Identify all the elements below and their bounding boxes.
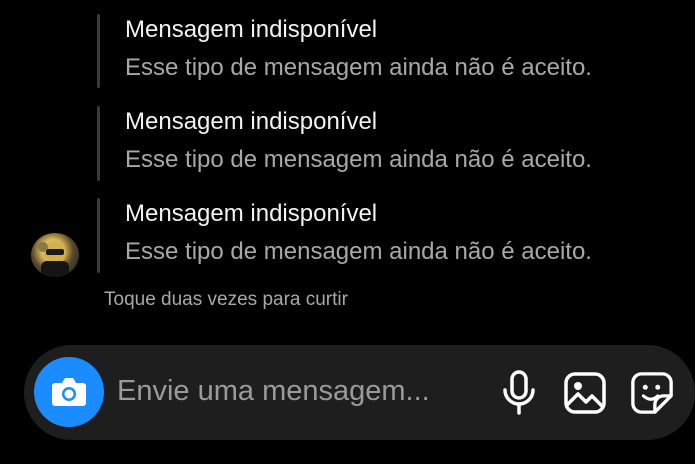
- double-tap-hint: Toque duas vezes para curtir: [104, 289, 348, 310]
- message-input[interactable]: Envie uma mensagem...: [117, 375, 430, 408]
- message-subtitle: Esse tipo de mensagem ainda não é aceito…: [125, 54, 592, 81]
- unavailable-message[interactable]: Mensagem indisponível Esse tipo de mensa…: [97, 14, 687, 88]
- camera-icon: [52, 378, 86, 406]
- message-subtitle: Esse tipo de mensagem ainda não é aceito…: [125, 146, 592, 173]
- camera-button[interactable]: [34, 357, 104, 427]
- message-bar: [97, 14, 100, 88]
- message-bar: [97, 198, 100, 273]
- avatar[interactable]: [31, 233, 79, 277]
- message-subtitle: Esse tipo de mensagem ainda não é aceito…: [125, 238, 592, 265]
- message-title: Mensagem indisponível: [125, 200, 378, 227]
- message-title: Mensagem indisponível: [125, 16, 378, 43]
- sticker-button[interactable]: [630, 369, 674, 417]
- unavailable-message[interactable]: Mensagem indisponível Esse tipo de mensa…: [97, 198, 687, 273]
- unavailable-message[interactable]: Mensagem indisponível Esse tipo de mensa…: [97, 106, 687, 181]
- message-title: Mensagem indisponível: [125, 108, 378, 135]
- sticker-icon: [631, 372, 673, 414]
- image-icon: [564, 372, 606, 414]
- microphone-icon: [503, 370, 535, 415]
- message-bar: [97, 106, 100, 181]
- gallery-button[interactable]: [563, 369, 607, 417]
- microphone-button[interactable]: [497, 369, 541, 417]
- avatar-image: [38, 242, 69, 277]
